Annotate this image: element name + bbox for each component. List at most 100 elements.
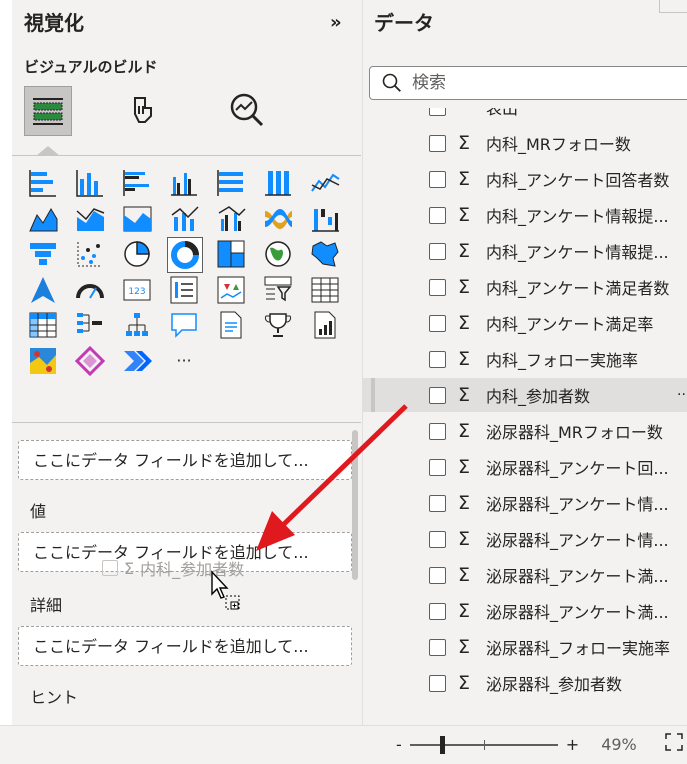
zoom-out-button[interactable]: - bbox=[396, 735, 402, 754]
map-button[interactable] bbox=[261, 237, 295, 271]
field-row[interactable]: Σ 泌尿器科_アンケート情... bbox=[363, 522, 687, 556]
field-row[interactable]: Σ 泌尿器科_アンケート満... bbox=[363, 594, 687, 628]
field-checkbox[interactable] bbox=[429, 206, 446, 224]
arcgis-map-button[interactable] bbox=[26, 344, 60, 378]
field-checkbox[interactable] bbox=[429, 242, 446, 260]
decomposition-tree-button[interactable] bbox=[73, 308, 107, 342]
treemap-button[interactable] bbox=[214, 237, 248, 271]
field-more-options-button[interactable]: ··· bbox=[677, 387, 687, 403]
field-name: 泌尿器科_アンケート情... bbox=[486, 531, 669, 550]
paginated-report-button[interactable] bbox=[308, 308, 342, 342]
field-checkbox[interactable] bbox=[429, 458, 446, 476]
100-stacked-bar-chart-button[interactable] bbox=[214, 166, 248, 200]
pie-chart-button[interactable] bbox=[120, 237, 154, 271]
field-checkbox[interactable] bbox=[429, 530, 446, 548]
sum-sigma-icon: Σ bbox=[458, 348, 471, 370]
table-button[interactable] bbox=[308, 273, 342, 307]
sum-sigma-icon: Σ bbox=[458, 672, 471, 694]
field-checkbox[interactable] bbox=[429, 350, 446, 368]
field-checkbox[interactable] bbox=[429, 422, 446, 440]
line-and-clustered-column-chart-button[interactable] bbox=[214, 202, 248, 236]
100-stacked-area-chart-icon bbox=[123, 206, 152, 231]
slicer-button[interactable] bbox=[261, 273, 295, 307]
pane-corner-button[interactable] bbox=[659, 0, 687, 13]
100-stacked-column-chart-button[interactable] bbox=[261, 166, 295, 200]
clustered-column-chart-button[interactable] bbox=[167, 166, 201, 200]
collapse-pane-button[interactable]: » bbox=[330, 12, 342, 33]
field-checkbox[interactable] bbox=[429, 602, 446, 620]
sum-sigma-icon: Σ bbox=[458, 492, 471, 514]
gauge-icon bbox=[76, 283, 104, 299]
narrative-button[interactable] bbox=[214, 308, 248, 342]
azure-map-button[interactable] bbox=[26, 273, 60, 307]
more-visuals-button[interactable]: ··· bbox=[167, 344, 201, 378]
gauge-button[interactable] bbox=[73, 273, 107, 307]
axis-field-well[interactable]: ここにデータ フィールドを追加して... bbox=[18, 440, 352, 480]
format-visual-tab[interactable] bbox=[120, 86, 166, 134]
analytics-tab[interactable] bbox=[224, 86, 270, 134]
field-row[interactable]: Σ 内科_アンケート情報提... bbox=[363, 234, 687, 268]
wells-scrollbar[interactable] bbox=[352, 430, 358, 580]
search-box[interactable] bbox=[369, 66, 687, 100]
field-checkbox[interactable] bbox=[429, 386, 446, 404]
field-row[interactable]: 表出 bbox=[363, 108, 687, 124]
field-row[interactable]: Σ 内科_参加者数 ··· bbox=[363, 378, 687, 412]
100-stacked-area-chart-button[interactable] bbox=[120, 202, 154, 236]
clustered-bar-chart-button[interactable] bbox=[120, 166, 154, 200]
qa-button[interactable] bbox=[167, 308, 201, 342]
field-name: 内科_参加者数 bbox=[486, 387, 591, 406]
power-apps-button[interactable] bbox=[73, 344, 107, 378]
ribbon-chart-button[interactable] bbox=[261, 202, 295, 236]
field-row[interactable]: Σ 内科_アンケート回答者数 bbox=[363, 162, 687, 196]
field-row[interactable]: Σ 内科_アンケート満足率 bbox=[363, 306, 687, 340]
line-chart-button[interactable] bbox=[308, 166, 342, 200]
field-checkbox[interactable] bbox=[429, 170, 446, 188]
stacked-column-chart-button[interactable] bbox=[73, 166, 107, 200]
power-automate-button[interactable] bbox=[120, 344, 154, 378]
field-row[interactable]: Σ 内科_MRフォロー数 bbox=[363, 126, 687, 160]
field-checkbox[interactable] bbox=[429, 134, 446, 152]
field-row[interactable]: Σ 泌尿器科_フォロー実施率 bbox=[363, 630, 687, 664]
key-influencers-button[interactable] bbox=[120, 308, 154, 342]
line-and-stacked-column-chart-button[interactable] bbox=[167, 202, 201, 236]
map-icon bbox=[265, 241, 291, 267]
sum-sigma-icon: Σ bbox=[458, 168, 471, 190]
search-icon bbox=[382, 73, 401, 92]
field-row[interactable]: Σ 泌尿器科_アンケート満... bbox=[363, 558, 687, 592]
zoom-slider-thumb[interactable] bbox=[439, 735, 445, 754]
field-row[interactable]: Σ 内科_アンケート情報提... bbox=[363, 198, 687, 232]
area-chart-icon bbox=[29, 207, 58, 231]
filled-map-button[interactable] bbox=[308, 237, 342, 271]
area-chart-button[interactable] bbox=[26, 202, 60, 236]
stacked-area-chart-button[interactable] bbox=[73, 202, 107, 236]
field-row[interactable]: Σ 内科_フォロー実施率 bbox=[363, 342, 687, 376]
card-button[interactable]: 123 bbox=[120, 273, 154, 307]
field-row[interactable]: Σ 泌尿器科_アンケート情... bbox=[363, 486, 687, 520]
fit-to-page-icon[interactable] bbox=[664, 732, 684, 752]
stacked-bar-chart-button[interactable] bbox=[26, 166, 60, 200]
search-input[interactable] bbox=[410, 72, 664, 94]
field-row[interactable]: Σ 内科_アンケート満足者数 bbox=[363, 270, 687, 304]
field-row[interactable]: Σ 泌尿器科_アンケート回... bbox=[363, 450, 687, 484]
field-checkbox[interactable] bbox=[429, 314, 446, 332]
donut-chart-button[interactable] bbox=[167, 237, 203, 273]
zoom-in-button[interactable]: + bbox=[566, 735, 579, 754]
field-checkbox[interactable] bbox=[429, 108, 446, 116]
matrix-button[interactable] bbox=[26, 308, 60, 342]
metrics-button[interactable] bbox=[261, 308, 295, 342]
field-row[interactable]: Σ 泌尿器科_MRフォロー数 bbox=[363, 414, 687, 448]
scatter-chart-button[interactable] bbox=[73, 237, 107, 271]
field-checkbox[interactable] bbox=[429, 494, 446, 512]
zoom-slider[interactable] bbox=[409, 735, 558, 754]
field-checkbox[interactable] bbox=[429, 638, 446, 656]
field-row[interactable]: Σ 泌尿器科_参加者数 bbox=[363, 666, 687, 700]
details-field-well[interactable]: ここにデータ フィールドを追加して... bbox=[18, 626, 352, 666]
kpi-button[interactable] bbox=[214, 273, 248, 307]
field-checkbox[interactable] bbox=[429, 566, 446, 584]
field-checkbox[interactable] bbox=[429, 278, 446, 296]
field-checkbox[interactable] bbox=[429, 674, 446, 692]
build-visual-tab[interactable] bbox=[24, 86, 72, 136]
waterfall-chart-button[interactable] bbox=[308, 202, 342, 236]
funnel-chart-button[interactable] bbox=[26, 237, 60, 271]
multi-row-card-button[interactable] bbox=[167, 273, 201, 307]
